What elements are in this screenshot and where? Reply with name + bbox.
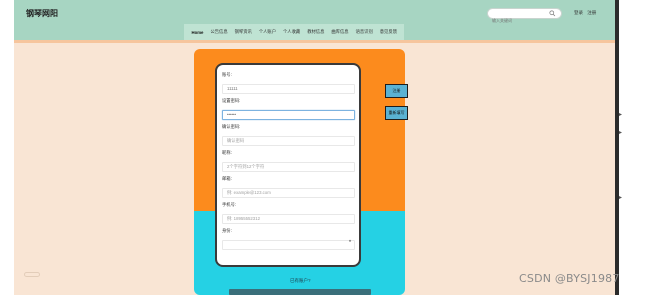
nav-item-music-library[interactable]: 曲库信息 [331, 29, 348, 35]
login-link[interactable]: 登录 [574, 10, 583, 15]
reset-button[interactable]: 重新填写 [385, 106, 408, 120]
search-box[interactable] [487, 8, 562, 25]
watermark: CSDN @BYSJ1987 [519, 272, 620, 285]
identity-label: 身份: [222, 228, 232, 233]
phone-label: 手机号: [222, 202, 237, 207]
confirm-password-label: 确认密码: [222, 124, 241, 129]
email-label: 邮箱: [222, 176, 232, 181]
window-edge [615, 0, 619, 295]
nav-item-feedback[interactable]: 意见反馈 [380, 29, 397, 35]
phone-input[interactable]: 例: 18955552312 [222, 214, 355, 224]
nickname-label: 昵称: [222, 150, 232, 155]
nav-item-announcements[interactable]: 公告信息 [210, 29, 227, 35]
search-input[interactable] [492, 16, 547, 25]
nav-item-home[interactable]: Home [192, 30, 204, 35]
nickname-input[interactable]: 2个字符到12个字符 [222, 162, 355, 172]
nickname-field: 昵称: 2个字符到12个字符 [222, 150, 355, 172]
account-field: 账号: 11111 [222, 72, 355, 94]
password-field: 设置密码: •••••• [222, 98, 355, 120]
password-input[interactable]: •••••• [222, 110, 355, 120]
register-button[interactable]: 注册 [385, 84, 408, 98]
site-header: 钢琴网阳 登录 注册 Home 公告信息 钢琴资讯 个人账户 个人收藏 教材信息… [14, 0, 615, 40]
phone-field: 手机号: 例: 18955552312 [222, 202, 355, 224]
login-button[interactable] [229, 289, 371, 295]
nav-item-favorites[interactable]: 个人收藏 [283, 29, 300, 35]
identity-field: 身份: ♦ [222, 228, 355, 250]
resize-mark-icon [619, 196, 622, 199]
register-form: 账号: 11111 设置密码: •••••• 确认密码: 确认密码 昵称: 2个… [215, 63, 361, 267]
search-icon[interactable] [549, 10, 556, 17]
chevron-down-icon: ♦ [348, 238, 351, 243]
email-field: 邮箱: 例: example@123.com [222, 176, 355, 198]
nav-item-account[interactable]: 个人账户 [259, 29, 276, 35]
header-divider [14, 40, 615, 43]
confirm-password-input[interactable]: 确认密码 [222, 136, 355, 146]
resize-mark-icon [619, 131, 622, 134]
nav-item-piano-news[interactable]: 钢琴资讯 [235, 29, 252, 35]
password-label: 设置密码: [222, 98, 241, 103]
main-nav: Home 公告信息 钢琴资讯 个人账户 个人收藏 教材信息 曲库信息 语音识别 … [184, 24, 405, 40]
identity-select[interactable] [222, 240, 355, 250]
site-title[interactable]: 钢琴网阳 [26, 8, 58, 19]
resize-mark-icon [619, 113, 622, 116]
existing-account-link[interactable]: 已有账户? [290, 278, 311, 284]
nav-item-textbooks[interactable]: 教材信息 [307, 29, 324, 35]
nav-item-voice-recognition[interactable]: 语音识别 [356, 29, 373, 35]
register-link[interactable]: 注册 [587, 10, 596, 15]
auth-links: 登录 注册 [574, 10, 599, 16]
decorative-toggle [24, 272, 40, 277]
account-label: 账号: [222, 72, 232, 77]
confirm-password-field: 确认密码: 确认密码 [222, 124, 355, 146]
account-input[interactable]: 11111 [222, 84, 355, 94]
email-input[interactable]: 例: example@123.com [222, 188, 355, 198]
